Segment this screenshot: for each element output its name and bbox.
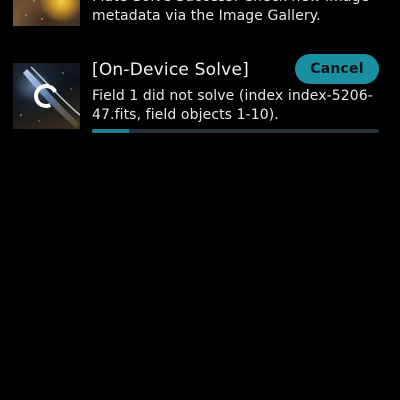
- app-screen: Plate-Solve Success! Check new image met…: [0, 0, 400, 400]
- previous-image-thumbnail: [13, 0, 80, 26]
- previous-solve-message: Plate-Solve Success! Check new image met…: [92, 0, 369, 24]
- cancel-button[interactable]: Cancel: [295, 54, 379, 84]
- on-device-solve-card: [On-Device Solve] Cancel Field 1 did not…: [0, 54, 400, 140]
- solve-image-thumbnail: [13, 63, 80, 129]
- previous-solve-card[interactable]: Plate-Solve Success! Check new image met…: [0, 0, 400, 28]
- solve-progress-bar: [92, 129, 379, 133]
- solve-status-message: Field 1 did not solve (index index-5206-…: [92, 88, 373, 123]
- solve-job-title: [On-Device Solve]: [92, 60, 249, 80]
- solve-progress-fill: [92, 129, 130, 133]
